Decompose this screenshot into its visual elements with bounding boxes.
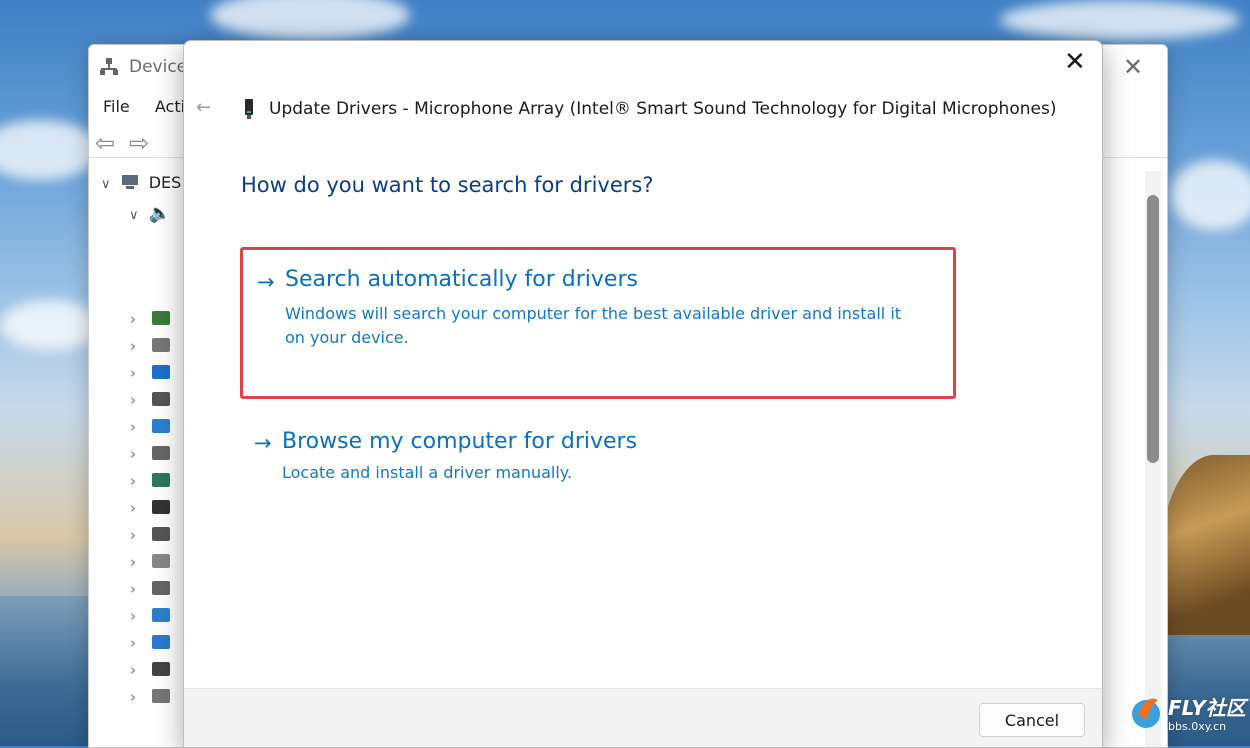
search-automatically-option[interactable]: → Search automatically for drivers Windo… xyxy=(240,247,956,399)
tree-category-row[interactable]: › xyxy=(130,524,180,546)
chevron-right-icon[interactable]: › xyxy=(130,364,136,382)
chevron-right-icon[interactable]: › xyxy=(130,553,136,571)
tree-category-row[interactable]: › xyxy=(130,551,180,573)
page-heading: How do you want to search for drivers? xyxy=(241,173,654,197)
arrow-right-icon: → xyxy=(254,431,272,455)
printer-icon xyxy=(150,686,172,706)
speaker-icon: 🔈 xyxy=(148,203,172,224)
camera-icon xyxy=(150,389,172,409)
close-icon[interactable]: ✕ xyxy=(1064,49,1086,75)
update-drivers-dialog: ✕ ← Update Drivers - Microphone Array (I… xyxy=(183,40,1103,748)
chevron-right-icon[interactable]: › xyxy=(130,445,136,463)
chevron-right-icon[interactable]: › xyxy=(130,337,136,355)
tree-category-row[interactable]: › xyxy=(130,362,180,384)
tree-root-label: DES xyxy=(148,173,182,192)
chevron-right-icon[interactable]: › xyxy=(130,634,136,652)
fly-logo-icon xyxy=(1132,698,1160,728)
cancel-button[interactable]: Cancel xyxy=(979,703,1085,737)
chevron-right-icon[interactable]: › xyxy=(130,607,136,625)
option-description: Windows will search your computer for th… xyxy=(285,304,902,347)
tree-category-row[interactable]: › xyxy=(130,686,180,708)
device-manager-icon xyxy=(100,58,118,75)
tree-audio-node[interactable]: ∨ 🔈 xyxy=(129,203,171,224)
tree-root[interactable]: ∨ DES xyxy=(101,173,181,192)
firmware-icon xyxy=(150,497,172,517)
tree-category-row[interactable]: › xyxy=(130,578,180,600)
arrow-right-icon: → xyxy=(257,270,275,294)
monitor-icon xyxy=(150,416,172,436)
chevron-down-icon[interactable]: ∨ xyxy=(101,177,111,192)
dialog-footer: Cancel xyxy=(184,688,1102,747)
chevron-right-icon[interactable]: › xyxy=(130,472,136,490)
network-icon xyxy=(150,632,172,652)
network-adapter-icon xyxy=(150,308,172,328)
chevron-right-icon[interactable]: › xyxy=(130,661,136,679)
watermark-text: FLY社区 xyxy=(1168,696,1246,720)
print-queue-icon xyxy=(150,659,172,679)
tree-category-row[interactable]: › xyxy=(130,443,180,465)
tree-category-row[interactable]: › xyxy=(130,605,180,627)
close-icon[interactable]: ✕ xyxy=(1123,53,1143,81)
computer-icon xyxy=(120,173,140,191)
tree-category-row[interactable]: › xyxy=(130,632,180,654)
tree-category-row[interactable]: › xyxy=(130,659,180,681)
tree-category-row[interactable]: › xyxy=(130,416,180,438)
display-adapter-icon xyxy=(150,470,172,490)
tree-category-row[interactable]: › xyxy=(130,470,180,492)
chevron-right-icon[interactable]: › xyxy=(130,526,136,544)
keyboard-icon xyxy=(150,551,172,571)
chevron-right-icon[interactable]: › xyxy=(130,391,136,409)
option-description: Locate and install a driver manually. xyxy=(282,463,573,482)
tree-category-row[interactable]: › xyxy=(130,389,180,411)
back-arrow-icon[interactable]: ⇦ xyxy=(95,129,115,157)
forward-arrow-icon[interactable]: ⇨ xyxy=(129,129,149,157)
back-arrow-icon[interactable]: ← xyxy=(196,97,211,118)
watermark: FLY社区 bbs.0xy.cn xyxy=(1128,690,1246,742)
menu-action[interactable]: Acti xyxy=(155,97,185,116)
biometric-icon xyxy=(150,335,172,355)
mouse-icon xyxy=(150,578,172,598)
dialog-title: Update Drivers - Microphone Array (Intel… xyxy=(269,99,1057,119)
chevron-right-icon[interactable]: › xyxy=(130,418,136,436)
chevron-right-icon[interactable]: › xyxy=(130,580,136,598)
monitor-icon xyxy=(150,605,172,625)
option-title: Search automatically for drivers xyxy=(285,267,638,292)
hid-icon xyxy=(150,524,172,544)
menu-file[interactable]: File xyxy=(103,97,130,116)
option-title: Browse my computer for drivers xyxy=(282,429,638,454)
browse-computer-option[interactable]: → Browse my computer for drivers Locate … xyxy=(240,429,950,499)
chevron-right-icon[interactable]: › xyxy=(130,499,136,517)
scrollbar-thumb[interactable] xyxy=(1147,195,1159,463)
watermark-url: bbs.0xy.cn xyxy=(1168,720,1227,733)
window-title: Device xyxy=(129,57,188,77)
chevron-right-icon[interactable]: › xyxy=(130,688,136,706)
disk-drive-icon xyxy=(150,443,172,463)
tree-category-row[interactable]: › xyxy=(130,308,180,330)
chevron-right-icon[interactable]: › xyxy=(130,310,136,328)
bluetooth-icon xyxy=(150,362,172,382)
tree-category-row[interactable]: › xyxy=(130,335,180,357)
tree-category-row[interactable]: › xyxy=(130,497,180,519)
chevron-down-icon[interactable]: ∨ xyxy=(129,208,139,223)
microphone-device-icon xyxy=(245,99,253,119)
